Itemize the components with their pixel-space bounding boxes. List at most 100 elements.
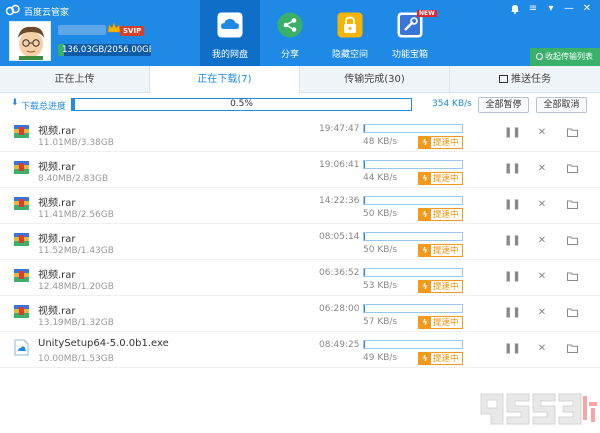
download-row[interactable]: UnitySetup64-5.0.0b1.exe 10.00MB/1.53GB … xyxy=(0,332,600,368)
file-size: 11.52MB/1.43GB xyxy=(38,246,114,256)
cancel-all-button[interactable]: 全部取消 xyxy=(536,97,587,113)
pause-icon[interactable]: ❚❚ xyxy=(504,234,521,248)
archive-file-icon xyxy=(13,303,30,320)
download-arrow-icon: ⬇ xyxy=(11,98,19,108)
file-progress-bar xyxy=(363,160,463,169)
speed-boost-badge[interactable]: ϟ 提速中 xyxy=(418,316,463,329)
collapse-transfer-list-button[interactable]: 收起传输列表 xyxy=(530,48,600,66)
download-summary: ⬇ 下载总进度 0.5% 354 KB/s 全部暂停 全部取消 xyxy=(0,94,600,116)
file-size: 11.41MB/2.56GB xyxy=(38,210,114,220)
pause-icon[interactable]: ❚❚ xyxy=(504,162,521,176)
open-folder-icon[interactable] xyxy=(565,234,579,248)
cancel-icon[interactable]: ✕ xyxy=(535,306,549,320)
download-row[interactable]: 视频.rar 11.41MB/2.56GB 14:22:36 50 KB/s ϟ… xyxy=(0,188,600,224)
file-name: UnitySetup64-5.0.0b1.exe xyxy=(38,338,169,349)
archive-file-icon xyxy=(13,195,30,212)
file-size: 12.48MB/1.20GB xyxy=(38,282,114,292)
download-row[interactable]: 视频.rar 8.40MB/2.83GB 19:06:41 44 KB/s ϟ提… xyxy=(0,152,600,188)
download-row[interactable]: 视频.rar 13.19MB/1.32GB 06:28:00 57 KB/s ϟ… xyxy=(0,296,600,332)
speed-boost-badge[interactable]: ϟ 提速中 xyxy=(418,352,463,365)
file-name: 视频.rar xyxy=(38,198,76,209)
open-folder-icon[interactable] xyxy=(565,198,579,212)
remaining-time: 19:06:41 xyxy=(319,160,360,170)
bell-icon[interactable] xyxy=(508,2,522,16)
file-name: 视频.rar xyxy=(38,270,76,281)
tab-completed[interactable]: 传输完成(30) xyxy=(300,66,450,93)
total-progress-percent: 0.5% xyxy=(230,99,253,109)
file-progress-bar xyxy=(363,196,463,205)
speed-boost-badge[interactable]: ϟ 提速中 xyxy=(418,244,463,257)
file-speed: 49 KB/s xyxy=(363,353,398,363)
pause-all-button[interactable]: 全部暂停 xyxy=(478,97,529,113)
pause-icon[interactable]: ❚❚ xyxy=(504,342,521,356)
cancel-icon[interactable]: ✕ xyxy=(535,270,549,284)
download-row[interactable]: 视频.rar 12.48MB/1.20GB 06:36:52 53 KB/s ϟ… xyxy=(0,260,600,296)
file-size: 8.40MB/2.83GB xyxy=(38,174,109,184)
file-name: 视频.rar xyxy=(38,162,76,173)
nav-my-drive[interactable]: 我的网盘 xyxy=(200,0,260,66)
collapse-icon xyxy=(536,53,543,60)
file-name: 视频.rar xyxy=(38,306,76,317)
file-progress-bar xyxy=(363,268,463,277)
nav-share[interactable]: 分享 xyxy=(260,0,320,66)
tab-uploading[interactable]: 正在上传 xyxy=(0,66,150,93)
speed-boost-badge[interactable]: ϟ 提速中 xyxy=(418,172,463,185)
file-size: 11.01MB/3.38GB xyxy=(38,138,114,148)
total-speed: 354 KB/s xyxy=(432,99,472,109)
nav-label: 隐藏空间 xyxy=(331,50,368,60)
open-folder-icon[interactable] xyxy=(565,270,579,284)
nav-hidden-space[interactable]: 隐藏空间 xyxy=(320,0,380,66)
minimize-icon[interactable]: — xyxy=(562,2,576,16)
file-speed: 57 KB/s xyxy=(363,317,398,327)
dropdown-icon[interactable]: ▾ xyxy=(544,2,558,16)
speed-boost-badge[interactable]: ϟ 提速中 xyxy=(418,136,463,149)
cancel-icon[interactable]: ✕ xyxy=(535,342,549,356)
exe-file-icon xyxy=(13,339,30,356)
download-row[interactable]: 视频.rar 11.01MB/3.38GB 19:47:47 48 KB/s ϟ… xyxy=(0,116,600,152)
file-progress-bar xyxy=(363,340,463,349)
pause-icon[interactable]: ❚❚ xyxy=(504,270,521,284)
bolt-icon: ϟ xyxy=(419,353,431,364)
file-progress-fill xyxy=(364,233,365,240)
cancel-icon[interactable]: ✕ xyxy=(535,162,549,176)
bolt-icon: ϟ xyxy=(419,281,431,292)
cancel-icon[interactable]: ✕ xyxy=(535,126,549,140)
file-name: 视频.rar xyxy=(38,234,76,245)
app-title: 百度云管家 xyxy=(24,8,70,18)
cancel-icon[interactable]: ✕ xyxy=(535,198,549,212)
remaining-time: 08:49:25 xyxy=(319,340,360,350)
open-folder-icon[interactable] xyxy=(565,342,579,356)
avatar[interactable] xyxy=(9,21,51,61)
open-folder-icon[interactable] xyxy=(565,162,579,176)
close-icon[interactable]: ✕ xyxy=(580,2,594,16)
total-progress-bar: 0.5% xyxy=(71,98,412,111)
cloud-drive-icon xyxy=(217,12,243,38)
pause-icon[interactable]: ❚❚ xyxy=(504,306,521,320)
nav-label: 我的网盘 xyxy=(211,50,248,60)
download-row[interactable]: 视频.rar 11.52MB/1.43GB 08:05:14 50 KB/s ϟ… xyxy=(0,224,600,260)
bolt-icon: ϟ xyxy=(419,137,431,148)
storage-quota-bar: 136.03GB/2056.00GB xyxy=(58,44,151,56)
menu-icon[interactable]: ≡ xyxy=(526,2,540,16)
archive-file-icon xyxy=(13,231,30,248)
remaining-time: 08:05:14 xyxy=(319,232,360,242)
pause-icon[interactable]: ❚❚ xyxy=(504,126,521,140)
open-folder-icon[interactable] xyxy=(565,126,579,140)
speed-boost-badge[interactable]: ϟ 提速中 xyxy=(418,280,463,293)
tab-push-tasks[interactable]: 推送任务 xyxy=(450,66,600,93)
file-speed: 50 KB/s xyxy=(363,209,398,219)
nav-toolbox[interactable]: NEW 功能宝箱 xyxy=(380,0,440,66)
file-speed: 48 KB/s xyxy=(363,137,398,147)
username xyxy=(58,25,106,35)
nav-label: 分享 xyxy=(280,50,299,60)
open-folder-icon[interactable] xyxy=(565,306,579,320)
archive-file-icon xyxy=(13,159,30,176)
tab-downloading[interactable]: 正在下载(7) xyxy=(150,66,300,94)
cancel-icon[interactable]: ✕ xyxy=(535,234,549,248)
speed-boost-badge[interactable]: ϟ 提速中 xyxy=(418,208,463,221)
lock-icon xyxy=(337,12,363,38)
pause-icon[interactable]: ❚❚ xyxy=(504,198,521,212)
share-icon xyxy=(277,12,303,38)
archive-file-icon xyxy=(13,123,30,140)
svip-label: SVIP xyxy=(120,26,145,36)
